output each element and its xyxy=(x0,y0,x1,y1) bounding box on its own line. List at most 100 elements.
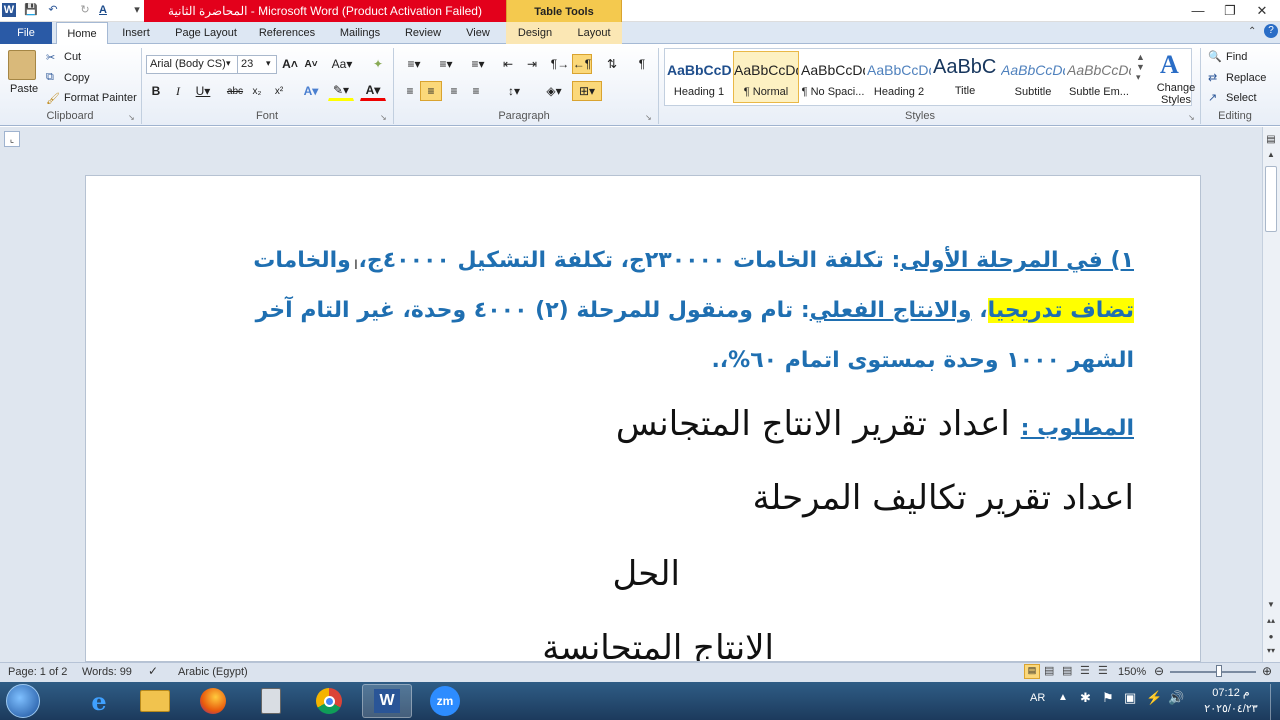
calculator-icon[interactable] xyxy=(246,684,296,718)
show-formatting-marks-icon[interactable]: ¶ xyxy=(632,54,652,74)
align-center-icon[interactable]: ≡ xyxy=(420,81,442,101)
ruler-toggle-icon[interactable]: ⌞ xyxy=(4,131,20,147)
select-icon[interactable]: ↗ xyxy=(1208,91,1217,104)
restore-button[interactable]: ❐ xyxy=(1216,2,1244,20)
borders-icon[interactable]: ⊞▾ xyxy=(572,81,602,101)
tab-file[interactable]: File xyxy=(0,22,52,44)
style-subtitle[interactable]: AaBbCcDdEe Subtitle xyxy=(1000,51,1066,103)
tab-layout[interactable]: Layout xyxy=(570,22,618,44)
bold-icon[interactable]: B xyxy=(148,81,164,101)
start-button[interactable] xyxy=(6,684,40,718)
text-effects-icon[interactable]: A▾ xyxy=(298,81,324,101)
style-subtle-emphasis[interactable]: AaBbCcDdEe Subtle Em... xyxy=(1066,51,1132,103)
font-color-icon[interactable]: A▾ xyxy=(360,81,386,101)
font-color-quick-icon[interactable]: A xyxy=(96,3,110,17)
format-painter-button[interactable]: Format Painter xyxy=(64,92,137,104)
document-page[interactable]: ١) في المرحلة الأولى: تكلفة الخامات ٢٣٠٠… xyxy=(85,175,1201,662)
style-heading-1[interactable]: AaBbCcDdEe Heading 1 xyxy=(666,51,732,103)
tab-design[interactable]: Design xyxy=(510,22,560,44)
word-app-icon[interactable]: W xyxy=(2,3,16,17)
language-indicator[interactable]: Arabic (Egypt) xyxy=(178,666,248,678)
save-icon[interactable]: 💾 xyxy=(24,3,38,17)
web-layout-icon[interactable]: ▤ xyxy=(1062,664,1072,677)
styles-launcher-icon[interactable]: ↘ xyxy=(1188,113,1195,122)
subscript-icon[interactable]: x₂ xyxy=(248,81,266,101)
font-launcher-icon[interactable]: ↘ xyxy=(380,113,387,122)
chrome-icon[interactable] xyxy=(304,684,354,718)
page-count[interactable]: Page: 1 of 2 xyxy=(8,666,67,678)
zoom-slider-thumb[interactable] xyxy=(1216,665,1222,677)
clear-formatting-icon[interactable]: ✦ xyxy=(368,54,388,74)
undo-icon[interactable]: ↶ xyxy=(46,3,60,17)
copy-button[interactable]: Copy xyxy=(64,72,90,84)
clipboard-launcher-icon[interactable]: ↘ xyxy=(128,113,135,122)
print-layout-icon[interactable]: ▤ xyxy=(1024,664,1040,679)
tab-page-layout[interactable]: Page Layout xyxy=(168,22,244,44)
select-button[interactable]: Select xyxy=(1226,92,1257,104)
paragraph-launcher-icon[interactable]: ↘ xyxy=(645,113,652,122)
paste-button[interactable]: Paste xyxy=(10,83,38,95)
minimize-ribbon-icon[interactable]: ⌃ xyxy=(1248,26,1256,37)
superscript-icon[interactable]: x² xyxy=(270,81,288,101)
change-styles-icon[interactable]: A xyxy=(1160,50,1179,80)
previous-page-icon[interactable]: ▴▴ xyxy=(1264,616,1278,630)
word-count[interactable]: Words: 99 xyxy=(82,666,132,678)
find-button[interactable]: Find xyxy=(1226,51,1247,63)
strikethrough-icon[interactable]: abc xyxy=(224,81,246,101)
paste-icon[interactable] xyxy=(8,50,36,80)
firefox-icon[interactable] xyxy=(188,684,238,718)
scroll-up-icon[interactable]: ▲ xyxy=(1264,150,1278,164)
help-icon[interactable]: ? xyxy=(1264,24,1278,38)
decrease-indent-icon[interactable]: ⇤ xyxy=(498,54,518,74)
replace-icon[interactable]: ⇄ xyxy=(1208,71,1217,84)
zoom-app-icon[interactable]: zm xyxy=(420,684,470,718)
browse-object-icon[interactable]: ● xyxy=(1264,632,1278,646)
clock-time[interactable]: 07:12 م xyxy=(1196,686,1266,699)
next-page-icon[interactable]: ▾▾ xyxy=(1264,646,1278,660)
sort-icon[interactable]: ⇅ xyxy=(602,54,622,74)
cut-icon[interactable]: ✂ xyxy=(46,51,55,64)
redo-icon[interactable]: ↻ xyxy=(78,3,92,17)
monitor-icon[interactable]: ▣ xyxy=(1124,690,1136,706)
keyboard-language[interactable]: AR xyxy=(1030,692,1045,704)
proofing-icon[interactable]: ✓ xyxy=(148,664,158,678)
font-size-dropdown-icon[interactable]: ▾ xyxy=(266,58,271,69)
scroll-thumb[interactable] xyxy=(1265,166,1277,232)
rtl-direction-icon[interactable]: ←¶ xyxy=(572,54,592,74)
italic-icon[interactable]: I xyxy=(170,81,186,101)
grow-font-icon[interactable]: A˄ xyxy=(281,54,299,74)
increase-indent-icon[interactable]: ⇥ xyxy=(522,54,542,74)
clock-date[interactable]: ٢٠٢٥/٠٤/٢٣ xyxy=(1196,702,1266,715)
zoom-in-icon[interactable]: ⊕ xyxy=(1262,664,1272,678)
draft-icon[interactable]: ☰ xyxy=(1098,664,1108,677)
style-no-spacing[interactable]: AaBbCcDdEe ¶ No Spaci... xyxy=(800,51,866,103)
tab-references[interactable]: References xyxy=(252,22,322,44)
internet-explorer-icon[interactable]: e xyxy=(74,684,124,718)
change-case-icon[interactable]: Aa▾ xyxy=(330,54,354,74)
tab-mailings[interactable]: Mailings xyxy=(330,22,390,44)
zoom-slider-track[interactable] xyxy=(1170,671,1256,673)
justify-icon[interactable]: ≡ xyxy=(466,81,486,101)
zoom-out-icon[interactable]: ⊖ xyxy=(1154,664,1164,678)
replace-button[interactable]: Replace xyxy=(1226,72,1266,84)
ltr-direction-icon[interactable]: ¶→ xyxy=(550,54,570,74)
bluetooth-icon[interactable]: ✱ xyxy=(1080,690,1091,706)
font-name-dropdown-icon[interactable]: ▾ xyxy=(226,58,231,69)
style-heading-2[interactable]: AaBbCcDdEe Heading 2 xyxy=(866,51,932,103)
multilevel-list-icon[interactable]: ≡▾ xyxy=(464,54,492,74)
file-explorer-icon[interactable] xyxy=(130,684,180,718)
close-button[interactable]: ✕ xyxy=(1248,2,1276,20)
show-hidden-icons-icon[interactable]: ▲ xyxy=(1058,692,1068,703)
styles-scroll-icon[interactable]: ▲ ▼ ▾ xyxy=(1136,52,1145,83)
power-icon[interactable]: ⚡ xyxy=(1146,690,1162,706)
cut-button[interactable]: Cut xyxy=(64,51,81,63)
show-desktop-button[interactable] xyxy=(1270,684,1280,720)
font-size-combo[interactable]: 23 xyxy=(237,55,277,74)
line-spacing-icon[interactable]: ↕▾ xyxy=(500,81,528,101)
tab-home[interactable]: Home xyxy=(56,22,108,44)
zoom-level[interactable]: 150% xyxy=(1118,666,1146,678)
underline-icon[interactable]: U▾ xyxy=(192,81,214,101)
change-styles-button[interactable]: Change Styles xyxy=(1156,82,1196,106)
font-name-combo[interactable]: Arial (Body CS) xyxy=(146,55,238,74)
format-painter-icon[interactable]: 🖌 xyxy=(46,92,60,105)
